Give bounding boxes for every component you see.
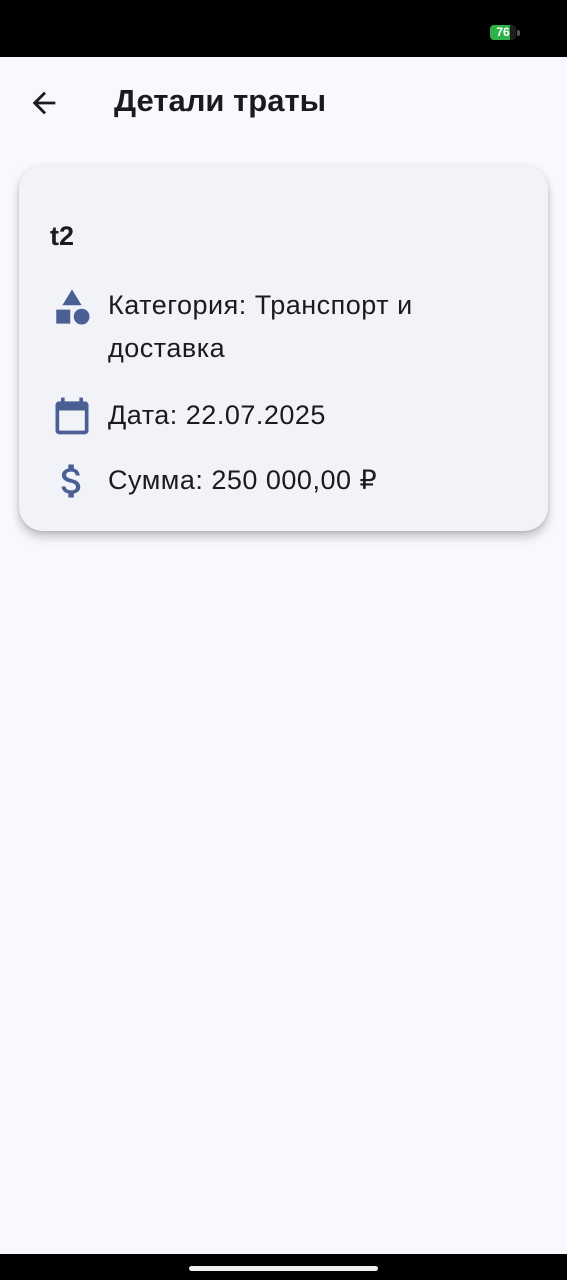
battery-icon: 76 [490,25,520,40]
expense-name: t2 [50,221,75,251]
page-title: Детали траты [114,83,327,118]
category-row: Категория: Транспорт и доставка [50,284,520,374]
amount-row: Сумма: 250 000,00 ₽ [50,459,520,503]
calendar-icon [50,394,94,438]
expense-details-screen: 76 Детали траты t2 Категория: Транспорт … [0,0,567,1280]
category-text: Категория: Транспорт и доставка [108,290,413,363]
date-text: Дата: 22.07.2025 [108,400,326,430]
amount-text: Сумма: 250 000,00 ₽ [108,465,378,495]
back-button[interactable] [20,79,68,127]
home-indicator[interactable] [189,1266,378,1271]
app-bar: Детали траты [0,57,567,145]
navigation-bar [0,1254,567,1280]
dollar-icon [50,459,94,503]
status-bar: 76 [0,0,567,57]
expense-card: t2 Категория: Транспорт и доставка Дата:… [19,165,548,531]
date-row: Дата: 22.07.2025 [50,394,520,438]
arrow-back-icon [32,91,56,115]
category-shapes-icon [50,285,94,329]
battery-level: 76 [496,25,510,39]
